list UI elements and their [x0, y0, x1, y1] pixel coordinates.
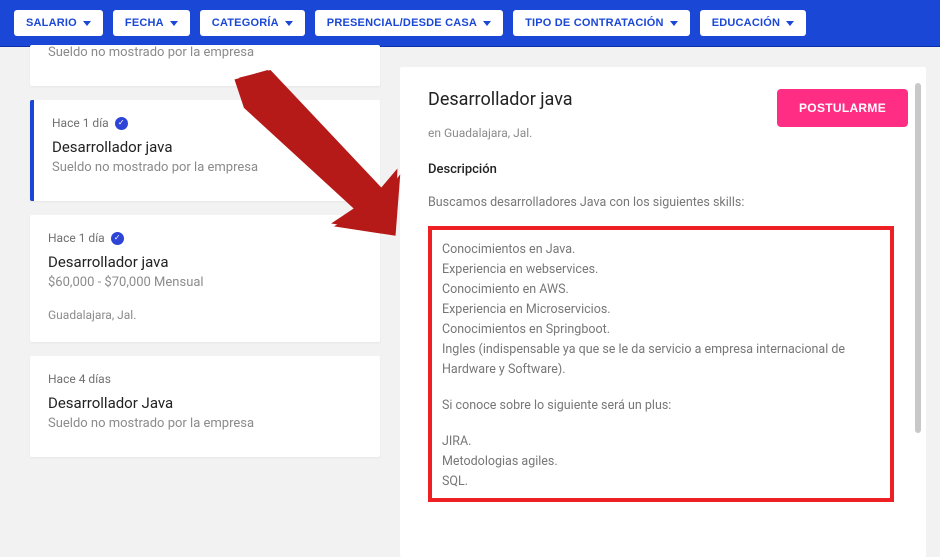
job-detail-panel: Desarrollador java en Guadalajara, Jal. … [400, 67, 926, 557]
job-card[interactable]: Sueldo no mostrado por la empresa [30, 45, 380, 86]
job-salary: $60,000 - $70,000 Mensual [48, 275, 362, 290]
job-time: Hace 1 día [52, 116, 109, 130]
filter-contract[interactable]: TIPO DE CONTRATACIÓN [513, 10, 690, 36]
apply-button[interactable]: POSTULARME [777, 89, 908, 127]
filter-label: CATEGORÍA [212, 17, 279, 29]
job-salary: Sueldo no mostrado por la empresa [48, 416, 362, 431]
job-salary: Sueldo no mostrado por la empresa [52, 160, 362, 175]
detail-title: Desarrollador java [428, 89, 573, 110]
filter-label: SALARIO [26, 17, 77, 29]
plus-line: JIRA. [442, 432, 880, 452]
filter-category[interactable]: CATEGORÍA [200, 10, 305, 36]
filter-education[interactable]: EDUCACIÓN [700, 10, 806, 36]
filter-label: EDUCACIÓN [712, 17, 780, 29]
job-title: Desarrollador java [52, 138, 362, 156]
filter-label: FECHA [125, 17, 164, 29]
job-card[interactable]: Hace 4 días Desarrollador Java Sueldo no… [30, 356, 380, 457]
job-time: Hace 4 días [48, 372, 111, 386]
job-title: Desarrollador Java [48, 394, 362, 412]
plus-line: Metodologias agiles. [442, 452, 880, 472]
description-intro: Buscamos desarrolladores Java con los si… [428, 195, 908, 210]
job-card-active[interactable]: Hace 1 día Desarrollador java Sueldo no … [30, 100, 380, 201]
requirement-line: Conocimientos en Java. [442, 240, 880, 260]
filter-label: PRESENCIAL/DESDE CASA [327, 17, 477, 29]
filter-label: TIPO DE CONTRATACIÓN [525, 17, 664, 29]
chevron-down-icon [670, 21, 678, 26]
requirements-highlight: Conocimientos en Java. Experiencia en we… [428, 226, 894, 502]
verified-icon [115, 117, 128, 130]
requirement-line: Experiencia en webservices. [442, 260, 880, 280]
job-time-row: Hace 1 día [52, 116, 362, 130]
requirement-line: Conocimiento en AWS. [442, 280, 880, 300]
chevron-down-icon [786, 21, 794, 26]
scrollbar[interactable] [915, 73, 921, 557]
chevron-down-icon [483, 21, 491, 26]
chevron-down-icon [83, 21, 91, 26]
job-card[interactable]: Hace 1 día Desarrollador java $60,000 - … [30, 215, 380, 342]
chevron-down-icon [170, 21, 178, 26]
scrollbar-thumb[interactable] [915, 83, 921, 433]
description-heading: Descripción [428, 162, 908, 177]
job-location: Guadalajara, Jal. [48, 308, 362, 322]
job-time: Hace 1 día [48, 231, 105, 245]
chevron-down-icon [285, 21, 293, 26]
requirement-line: Ingles (indispensable ya que se le da se… [442, 340, 880, 380]
job-title: Desarrollador java [48, 253, 362, 271]
requirement-line: Conocimientos en Springboot. [442, 320, 880, 340]
verified-icon [111, 232, 124, 245]
job-salary: Sueldo no mostrado por la empresa [48, 45, 362, 60]
plus-intro: Si conoce sobre lo siguiente será un plu… [442, 396, 880, 416]
detail-location: en Guadalajara, Jal. [428, 126, 573, 140]
plus-line: SQL. [442, 472, 880, 492]
job-time-row: Hace 4 días [48, 372, 362, 386]
job-list: Sueldo no mostrado por la empresa Hace 1… [30, 47, 380, 557]
filter-bar: SALARIO FECHA CATEGORÍA PRESENCIAL/DESDE… [0, 0, 940, 47]
job-time-row: Hace 1 día [48, 231, 362, 245]
requirement-line: Experiencia en Microservicios. [442, 300, 880, 320]
filter-salary[interactable]: SALARIO [14, 10, 103, 36]
filter-mode[interactable]: PRESENCIAL/DESDE CASA [315, 10, 503, 36]
filter-date[interactable]: FECHA [113, 10, 190, 36]
